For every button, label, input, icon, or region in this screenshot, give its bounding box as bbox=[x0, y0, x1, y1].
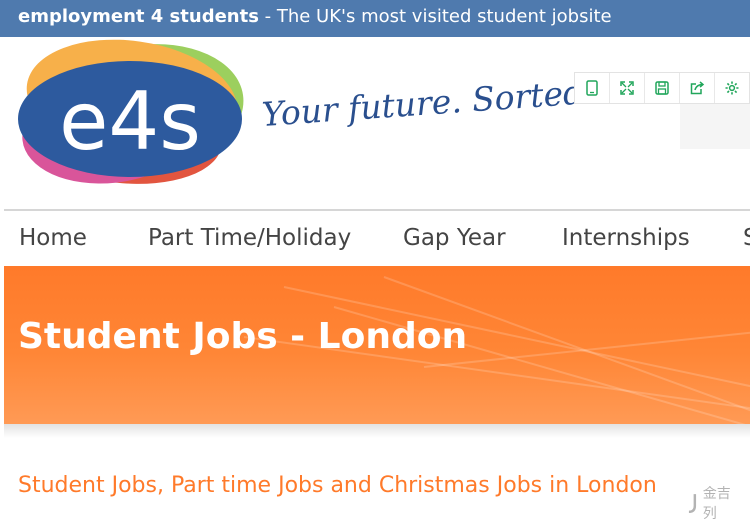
site-top-bar: employment 4 students - The UK's most vi… bbox=[0, 0, 750, 37]
corner-watermark: 金吉列 bbox=[686, 486, 744, 522]
save-icon bbox=[655, 81, 669, 95]
page-banner: Student Jobs - London bbox=[4, 266, 750, 424]
nav-item-gap-year[interactable]: Gap Year bbox=[403, 225, 506, 251]
page-title: Student Jobs - London bbox=[18, 316, 468, 357]
banner-streak bbox=[423, 328, 750, 368]
site-tagline: - The UK's most visited student jobsite bbox=[258, 6, 612, 27]
nav-item-home[interactable]: Home bbox=[19, 225, 87, 251]
site-brand: employment 4 students bbox=[18, 6, 259, 27]
content-subheading: Student Jobs, Part time Jobs and Christm… bbox=[18, 473, 657, 498]
watermark-logo-icon bbox=[688, 494, 697, 513]
banner-shadow bbox=[4, 424, 750, 438]
floating-toolbar bbox=[574, 72, 750, 104]
nav-item-internships[interactable]: Internships bbox=[562, 225, 690, 251]
site-title[interactable]: employment 4 students - The UK's most vi… bbox=[18, 6, 612, 27]
logo-slogan: Your future. Sorted. bbox=[260, 71, 596, 134]
tablet-icon bbox=[586, 80, 598, 96]
share-icon bbox=[690, 81, 705, 95]
fullscreen-icon bbox=[620, 81, 634, 95]
share-button[interactable] bbox=[680, 73, 715, 103]
nav-item-part-time-holiday[interactable]: Part Time/Holiday bbox=[148, 225, 351, 251]
watermark-text: 金吉列 bbox=[702, 486, 731, 522]
save-button[interactable] bbox=[645, 73, 680, 103]
settings-icon bbox=[725, 81, 739, 95]
logo-text: e4s bbox=[59, 75, 201, 168]
tablet-view-button[interactable] bbox=[575, 73, 610, 103]
main-navigation: Home Part Time/Holiday Gap Year Internsh… bbox=[4, 209, 750, 268]
fullscreen-button[interactable] bbox=[610, 73, 645, 103]
site-header: e4s Your future. Sorted. bbox=[0, 37, 750, 209]
e4s-logo[interactable]: e4s bbox=[14, 39, 250, 201]
toolbar-panel-shadow bbox=[680, 103, 750, 149]
nav-item-truncated[interactable]: S bbox=[743, 225, 750, 251]
settings-button[interactable] bbox=[715, 73, 749, 103]
